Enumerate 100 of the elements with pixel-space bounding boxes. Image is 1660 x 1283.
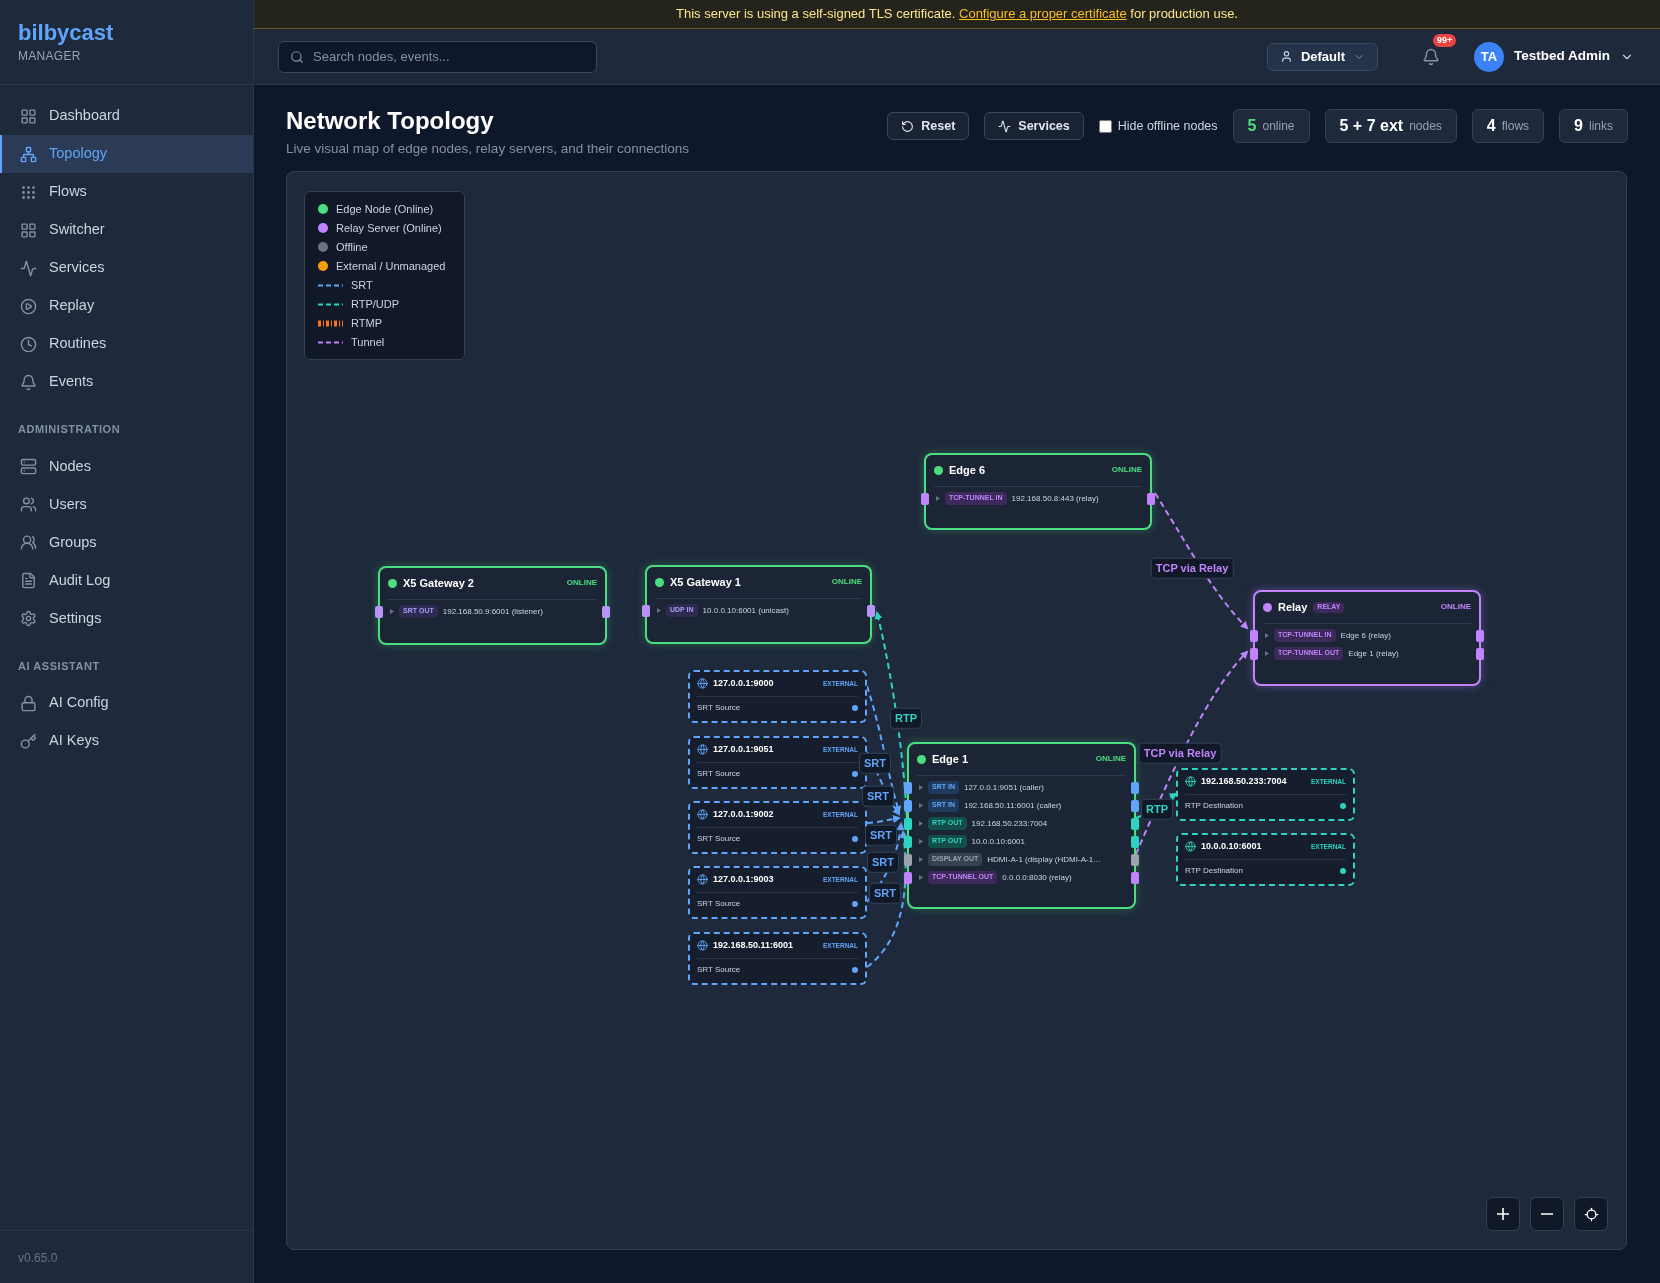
port-handle[interactable] — [921, 492, 929, 505]
minus-icon — [1541, 1213, 1553, 1215]
nav-item[interactable]: Flows — [0, 173, 253, 211]
legend-label: SRT — [351, 277, 373, 293]
nav-item[interactable]: AI Keys — [0, 722, 253, 760]
stat-label: flows — [1501, 118, 1530, 135]
port-handle[interactable] — [904, 871, 912, 884]
port-handle[interactable] — [375, 605, 383, 618]
legend-label: Offline — [336, 239, 368, 255]
legend-label: RTMP — [351, 315, 382, 331]
port-handle[interactable] — [904, 835, 912, 848]
globe-icon — [697, 809, 708, 821]
workspace-select[interactable]: Default — [1266, 42, 1378, 71]
certificate-link[interactable]: Configure a proper certificate — [959, 6, 1127, 22]
edge-label: SRT — [869, 882, 901, 904]
port-address: 10.0.0.10:6001 — [971, 835, 1025, 848]
port-handle[interactable] — [867, 604, 875, 617]
port-handle[interactable] — [1131, 781, 1139, 794]
grid-icon — [20, 221, 37, 239]
port-address: 192.168.50.11:6001 (caller) — [963, 799, 1062, 812]
port-handle[interactable] — [1131, 871, 1139, 884]
stat-label: links — [1589, 118, 1613, 135]
zoom-in-button[interactable] — [1486, 1197, 1520, 1231]
nav-item[interactable]: AI Config — [0, 684, 253, 722]
nav-item[interactable]: Groups — [0, 523, 253, 562]
nav-item[interactable]: Routines — [0, 325, 253, 363]
user-menu[interactable]: Testbed Admin — [1514, 46, 1634, 67]
stat-value: 5 — [1247, 116, 1257, 136]
nav-item[interactable]: Settings — [0, 599, 253, 638]
key-icon — [20, 732, 37, 750]
grid-icon — [20, 107, 37, 125]
legend-label: RTP/UDP — [351, 296, 400, 312]
port-address: 192.168.50.233:7004 — [971, 817, 1048, 830]
node-name: Edge 1 — [932, 752, 969, 767]
nav-item[interactable]: Nodes — [0, 447, 253, 486]
caret-icon — [390, 609, 394, 614]
port-address: 192.168.50.9:6001 (listener) — [442, 605, 543, 618]
port-handle[interactable] — [1131, 817, 1139, 830]
activity-icon — [20, 259, 37, 277]
external-role: RTP Destination — [1185, 864, 1243, 877]
version-label: v0.65.0 — [18, 1251, 58, 1265]
port-handle[interactable] — [904, 817, 912, 830]
user-avatar[interactable]: TA — [1474, 41, 1504, 72]
brand-subtitle: MANAGER — [18, 47, 82, 65]
port-handle[interactable] — [1147, 492, 1155, 505]
port-handle[interactable] — [904, 799, 912, 812]
toolbar-button[interactable]: Reset — [887, 112, 970, 140]
port-address: Edge 1 (relay) — [1348, 647, 1399, 660]
nav-item[interactable]: Events — [0, 363, 253, 401]
banner-message: This server is using a self-signed TLS certificate. Configure a proper certificate for production use. — [676, 5, 1238, 24]
node-card[interactable] — [907, 742, 1136, 909]
node-name: Relay — [1278, 600, 1308, 615]
port-handle[interactable] — [1476, 629, 1484, 642]
bell-icon — [1422, 47, 1440, 66]
globe-icon — [697, 874, 708, 886]
stat-value: 5 + 7 ext — [1339, 116, 1404, 136]
legend-label: Relay Server (Online) — [336, 220, 442, 236]
node-name: X5 Gateway 2 — [403, 576, 474, 591]
user-icon — [1279, 50, 1293, 63]
crosshair-icon — [1583, 1206, 1599, 1222]
port-address: 192.168.50.8:443 (relay) — [1011, 492, 1099, 505]
external-address: 127.0.0.1:9002 — [713, 808, 774, 821]
edge-label: RTP — [1141, 798, 1173, 820]
nav-item[interactable]: Dashboard — [0, 97, 253, 135]
port-handle[interactable] — [642, 604, 650, 617]
toolbar-button[interactable]: Services — [984, 112, 1084, 140]
legend-label: External / Unmanaged — [336, 258, 446, 274]
hide-offline-checkbox[interactable] — [1098, 119, 1112, 133]
edge-label: SRT — [859, 752, 891, 774]
external-address: 10.0.0.10:6001 — [1201, 840, 1262, 853]
nav-item[interactable]: Users — [0, 485, 253, 524]
search-field[interactable]: Search nodes, events... — [278, 40, 597, 73]
nav-item[interactable]: Switcher — [0, 211, 253, 249]
port-handle[interactable] — [904, 781, 912, 794]
port-handle[interactable] — [1131, 835, 1139, 848]
fit-view-button[interactable] — [1574, 1197, 1608, 1231]
nav-item[interactable]: Replay — [0, 287, 253, 325]
port-handle[interactable] — [1250, 647, 1258, 660]
settings-icon — [20, 610, 37, 627]
globe-icon — [697, 940, 708, 952]
nav-item[interactable]: Topology — [0, 135, 253, 173]
reset-icon — [901, 119, 915, 133]
port-address: Edge 6 (relay) — [1340, 629, 1391, 642]
port-handle[interactable] — [1131, 853, 1139, 866]
nav-item[interactable]: Audit Log — [0, 561, 253, 600]
page-subtitle: Live visual map of edge nodes, relay servers, and their connections — [286, 140, 689, 158]
port-handle[interactable] — [602, 605, 610, 618]
nav-item[interactable]: Services — [0, 249, 253, 287]
zoom-out-button[interactable] — [1530, 1197, 1564, 1231]
port-handle[interactable] — [904, 853, 912, 866]
node-status: ONLINE — [831, 576, 862, 589]
bell-icon — [20, 373, 37, 391]
node-name: Edge 6 — [949, 463, 986, 478]
port-handle[interactable] — [1476, 647, 1484, 660]
nav-section-heading: AI ASSISTANT — [17, 658, 101, 674]
port-handle[interactable] — [1131, 799, 1139, 812]
external-role: RTP Destination — [1185, 799, 1243, 812]
port-handle[interactable] — [1250, 629, 1258, 642]
external-address: 192.168.50.11:6001 — [713, 939, 794, 952]
node-status: ONLINE — [566, 577, 597, 590]
